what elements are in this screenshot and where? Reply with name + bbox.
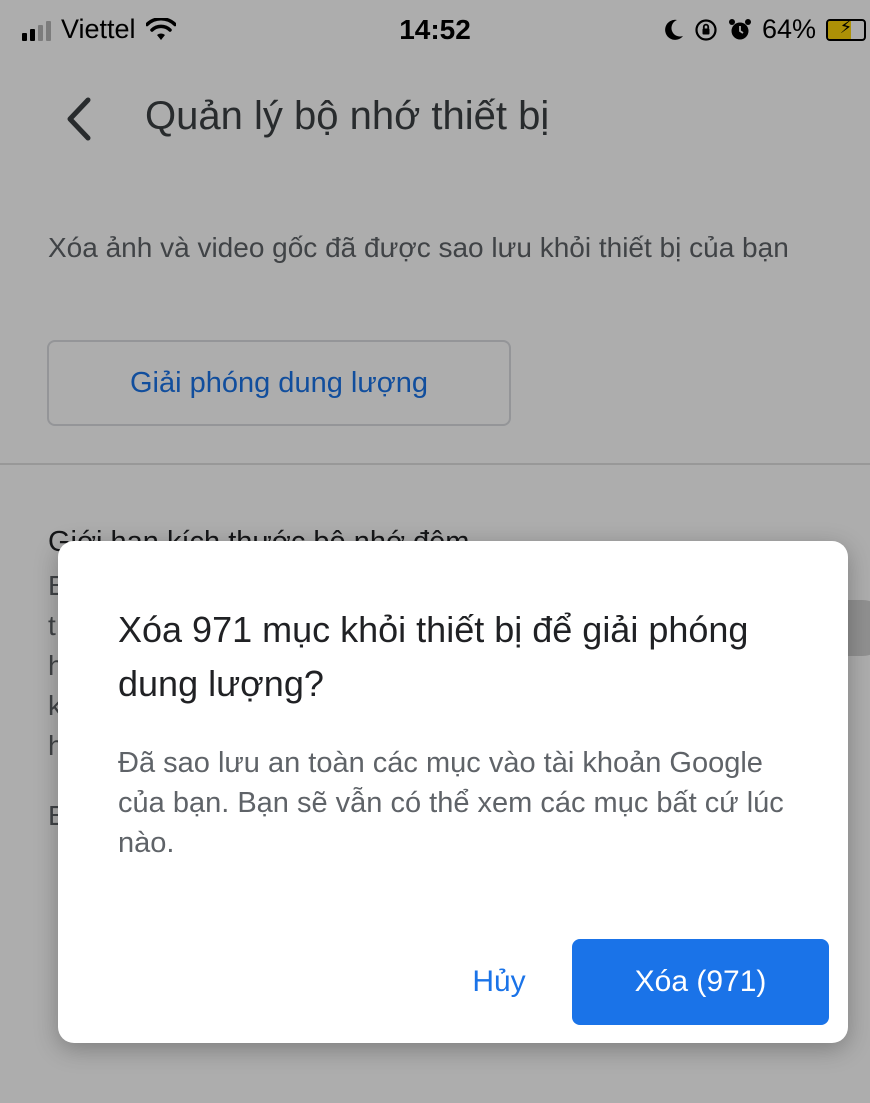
- screen: Viettel 14:52 64% ⚡ Quản lý bộ nhớ thiết…: [0, 0, 870, 1103]
- delete-button[interactable]: Xóa (971): [572, 939, 829, 1025]
- dialog-title: Xóa 971 mục khỏi thiết bị để giải phóng …: [118, 609, 749, 704]
- cancel-button[interactable]: Hủy: [446, 939, 552, 1025]
- confirm-dialog: Xóa 971 mục khỏi thiết bị để giải phóng …: [58, 541, 848, 1043]
- dialog-body: Đã sao lưu an toàn các mục vào tài khoản…: [118, 747, 784, 859]
